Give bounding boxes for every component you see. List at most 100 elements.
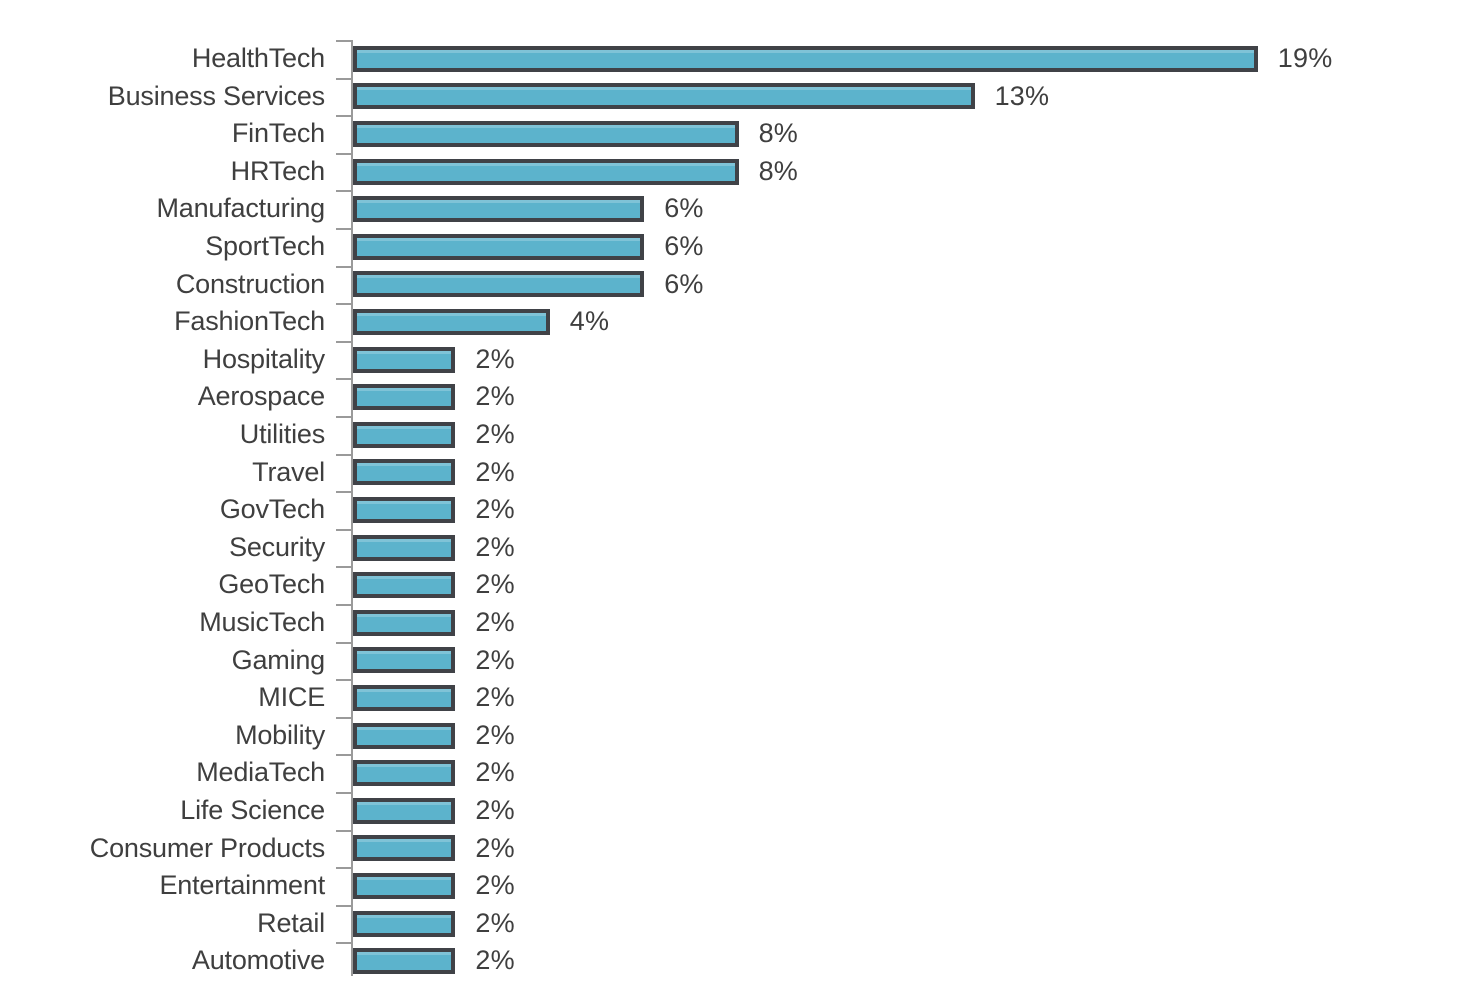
axis-tick <box>336 566 352 569</box>
bar <box>353 459 456 486</box>
category-label: MediaTech <box>196 757 325 788</box>
axis-tick <box>336 40 352 42</box>
bar-value-label: 19% <box>1277 43 1333 73</box>
category-label: Mobility <box>235 719 325 750</box>
bar-row: Travel 2% <box>0 453 1468 492</box>
category-label: Manufacturing <box>156 193 326 224</box>
bar <box>353 872 456 899</box>
bar-value-label: 8% <box>758 118 799 149</box>
axis-tick <box>336 265 352 268</box>
bar-row: FashionTech 4% <box>0 303 1468 341</box>
bar <box>353 384 456 411</box>
axis-tick <box>336 228 352 230</box>
bar-row: MusicTech 2% <box>0 604 1468 642</box>
bar-row: GovTech 2% <box>0 491 1468 529</box>
axis-tick <box>336 829 352 832</box>
bar-row: Entertainment 2% <box>0 867 1468 905</box>
bar-row: MediaTech 2% <box>0 754 1468 792</box>
axis-tick <box>336 792 352 794</box>
bar-value-label: 2% <box>475 569 515 600</box>
bar <box>353 572 456 599</box>
axis-tick <box>336 152 352 155</box>
bar-value-label: 2% <box>475 343 515 374</box>
bar-row: Mobility 2% <box>0 716 1468 755</box>
bar <box>353 948 456 975</box>
bar <box>353 835 456 862</box>
category-label: Construction <box>175 268 325 299</box>
bar-value-label: 6% <box>664 193 704 224</box>
bar-value-label: 2% <box>475 419 515 449</box>
bar <box>353 158 739 185</box>
bar-row: Construction 6% <box>0 265 1468 304</box>
bar <box>353 609 456 636</box>
bar-row: Business Services 13% <box>0 77 1468 116</box>
bar-value-label: 2% <box>475 644 515 675</box>
bar-row: MICE 2% <box>0 679 1468 717</box>
category-label: Aerospace <box>197 381 325 412</box>
axis-tick <box>336 942 352 945</box>
bar <box>353 346 456 373</box>
category-label: Hospitality <box>202 343 326 374</box>
bar <box>353 45 1258 72</box>
axis-tick <box>336 190 352 193</box>
bar <box>353 684 456 711</box>
axis-tick <box>336 679 352 682</box>
bar-value-label: 2% <box>475 757 515 788</box>
bar-row: Consumer Products 2% <box>0 829 1468 868</box>
category-label: Travel <box>252 456 325 487</box>
axis-tick <box>336 904 352 907</box>
bar <box>353 910 456 937</box>
axis-tick <box>336 754 352 757</box>
bar-value-label: 6% <box>664 231 704 261</box>
bar-value-label: 2% <box>475 381 515 412</box>
axis-tick <box>336 340 352 343</box>
bar-value-label: 4% <box>569 306 610 337</box>
bar-row: HRTech 8% <box>0 152 1468 191</box>
bar-value-label: 2% <box>475 531 515 562</box>
bar-value-label: 2% <box>475 682 515 713</box>
axis-tick <box>336 303 352 306</box>
bar-value-label: 2% <box>475 607 515 637</box>
bar-row: FinTech 8% <box>0 115 1468 153</box>
bar-value-label: 8% <box>758 155 799 186</box>
category-label: Consumer Products <box>89 832 325 863</box>
bar <box>353 83 975 110</box>
bar-row: Gaming 2% <box>0 641 1468 680</box>
category-label: Retail <box>257 907 325 938</box>
category-label: Security <box>229 531 325 562</box>
bar <box>353 496 456 523</box>
category-label: Business Services <box>107 80 325 111</box>
category-label: Life Science <box>180 795 325 825</box>
axis-tick <box>336 416 352 418</box>
bar <box>353 233 645 260</box>
bar-value-label: 2% <box>475 494 515 525</box>
axis-tick <box>336 867 352 870</box>
bar-row: Retail 2% <box>0 904 1468 943</box>
bar-value-label: 2% <box>475 456 515 487</box>
bar-value-label: 2% <box>475 719 515 750</box>
bar-value-label: 2% <box>475 832 515 863</box>
axis-tick <box>336 491 352 494</box>
bar-row: Life Science 2% <box>0 792 1468 830</box>
bar-row: Manufacturing 6% <box>0 190 1468 228</box>
bar-row: Hospitality 2% <box>0 340 1468 379</box>
bar-chart: HealthTech 19% Business Services 13% FinTech… <box>0 0 1468 1002</box>
bar-value-label: 2% <box>475 907 515 938</box>
category-label: HRTech <box>230 155 326 186</box>
bar-value-label: 2% <box>475 870 515 901</box>
category-label: SportTech <box>205 231 325 261</box>
bar <box>353 308 550 335</box>
category-label: Utilities <box>239 419 325 449</box>
bar <box>353 722 456 749</box>
category-label: GeoTech <box>218 569 325 600</box>
bar-value-label: 13% <box>994 80 1050 111</box>
bar <box>353 271 645 298</box>
bar <box>353 120 739 147</box>
bar-row: Automotive 2% <box>0 942 1468 980</box>
bar <box>353 760 456 787</box>
bar-row: SportTech 6% <box>0 228 1468 266</box>
bar-row: GeoTech 2% <box>0 566 1468 604</box>
bar <box>353 534 456 561</box>
axis-tick <box>336 604 352 606</box>
plot-area: HealthTech 19% Business Services 13% FinTech… <box>0 0 1468 1002</box>
